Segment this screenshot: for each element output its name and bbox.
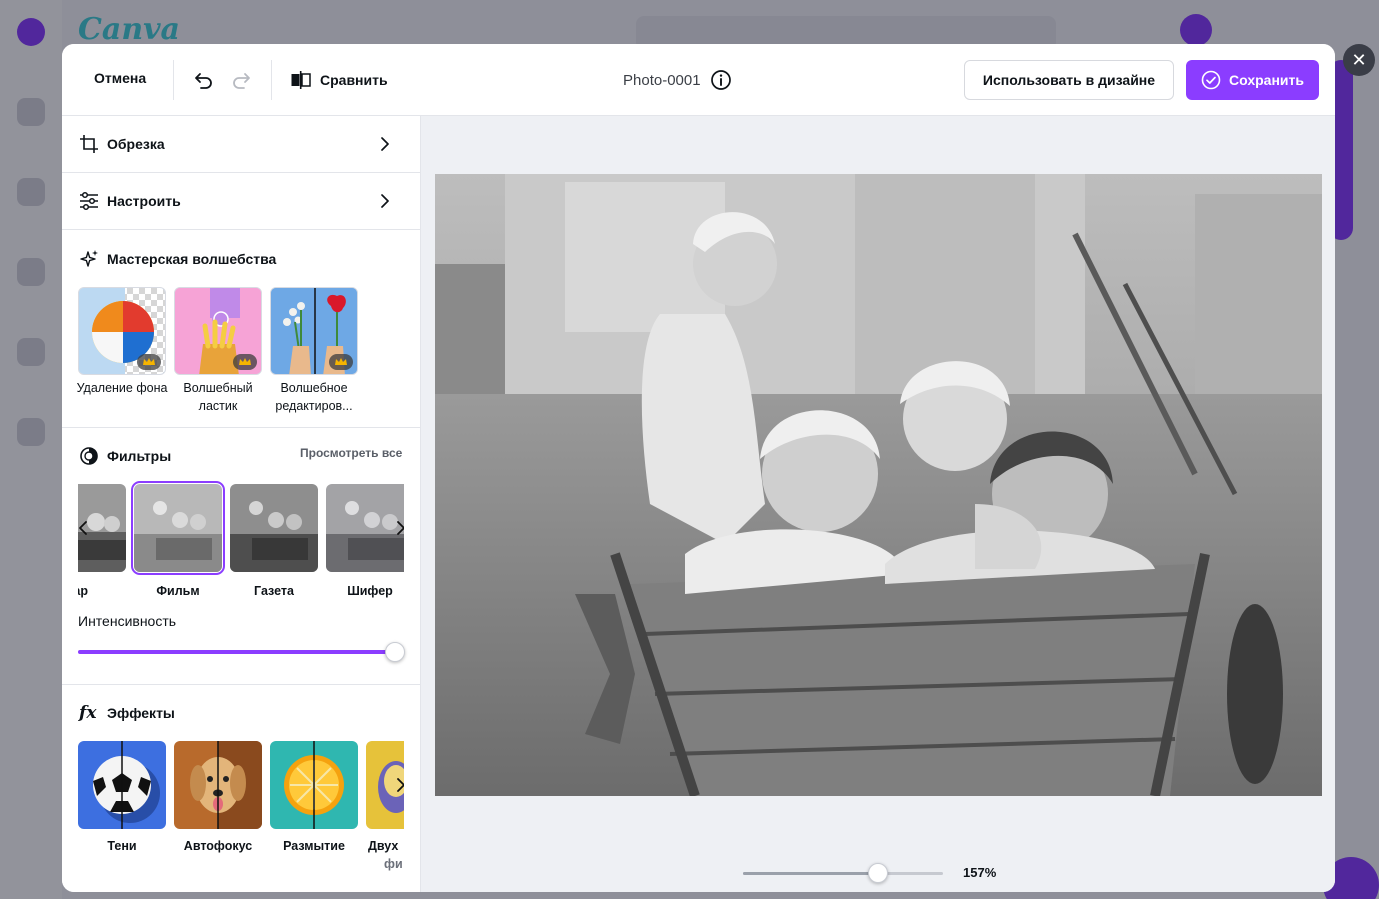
cancel-label: Отмена bbox=[94, 70, 147, 86]
filters-header: Фильтры bbox=[79, 446, 171, 466]
premium-crown-badge bbox=[329, 354, 353, 370]
filter-caption: Фильм bbox=[156, 584, 200, 598]
magic-tile-caption: Удаление фона bbox=[76, 381, 168, 395]
section-divider bbox=[62, 684, 420, 685]
effect-caption: Автофокус bbox=[183, 839, 253, 853]
fx-icon: fx bbox=[79, 703, 97, 723]
filters-carousel: ар Фильм Газета Шифер bbox=[78, 480, 404, 608]
filter-thumbnail bbox=[134, 484, 222, 572]
effect-tile-autofocus[interactable] bbox=[174, 741, 262, 829]
redo-button[interactable] bbox=[227, 65, 257, 95]
cancel-button[interactable]: Отмена bbox=[94, 70, 146, 86]
filters-scroll-right-button[interactable] bbox=[392, 513, 404, 543]
crop-label: Обрезка bbox=[107, 136, 165, 152]
effects-scroll-right-button[interactable] bbox=[392, 770, 404, 800]
sparkles-icon bbox=[80, 250, 98, 267]
compare-icon bbox=[291, 71, 311, 89]
edit-panel: Обрезка Настроить Мастерская волшебства bbox=[62, 116, 421, 892]
effect-tile-shadows[interactable] bbox=[78, 741, 166, 829]
document-title-text: Photo-0001 bbox=[623, 71, 701, 89]
effect-caption-line: Двух bbox=[368, 839, 399, 853]
undo-icon bbox=[195, 73, 212, 89]
filters-icon bbox=[80, 447, 98, 465]
filters-title: Фильтры bbox=[107, 448, 172, 464]
document-title: Photo-0001 bbox=[623, 44, 732, 116]
crown-icon bbox=[143, 358, 155, 365]
zoom-level[interactable]: 157% bbox=[963, 865, 996, 880]
effects-carousel: Тени Автофокус Размытие Двух фи bbox=[78, 741, 404, 892]
filters-see-all-link[interactable]: Просмотреть все bbox=[300, 446, 402, 460]
adjust-label: Настроить bbox=[107, 193, 181, 209]
photo-preview[interactable] bbox=[435, 174, 1322, 796]
chevron-right-icon bbox=[381, 137, 389, 151]
effect-caption: Размытие bbox=[283, 839, 345, 853]
effect-caption: Тени bbox=[107, 839, 137, 853]
chevron-right-icon bbox=[397, 521, 404, 535]
chevron-right-icon bbox=[397, 778, 404, 792]
filter-caption: ар bbox=[78, 584, 88, 598]
info-icon[interactable] bbox=[710, 69, 732, 91]
save-button[interactable]: Сохранить bbox=[1186, 60, 1319, 100]
effects-title: Эффекты bbox=[107, 705, 175, 721]
filter-tile[interactable] bbox=[230, 484, 318, 572]
dog-thumbnail bbox=[174, 741, 262, 829]
effects-header: fx Эффекты bbox=[79, 703, 175, 723]
magic-tile-caption: Волшебный ластик bbox=[183, 381, 253, 413]
black-white-photo bbox=[435, 174, 1322, 796]
save-label: Сохранить bbox=[1229, 72, 1304, 88]
toolbar-divider bbox=[271, 60, 272, 100]
sliders-icon bbox=[80, 191, 98, 211]
redo-icon bbox=[233, 73, 250, 89]
zoom-slider-fill bbox=[743, 872, 878, 875]
filter-tile-selected[interactable] bbox=[131, 481, 225, 575]
intensity-slider-thumb[interactable] bbox=[385, 642, 405, 662]
crown-icon bbox=[239, 358, 251, 365]
close-modal-button[interactable]: ✕ bbox=[1343, 44, 1375, 76]
soccer-ball-thumbnail bbox=[78, 741, 166, 829]
effect-caption-line: фи bbox=[384, 857, 403, 871]
toolbar-divider bbox=[173, 60, 174, 100]
check-circle-icon bbox=[1201, 70, 1221, 90]
magic-tile-magic-edit[interactable] bbox=[270, 287, 358, 375]
orange-thumbnail bbox=[270, 741, 358, 829]
compare-label: Сравнить bbox=[320, 72, 388, 88]
crop-icon bbox=[80, 135, 98, 153]
filter-caption: Газета bbox=[254, 584, 294, 598]
undo-button[interactable] bbox=[188, 65, 218, 95]
filters-scroll-left-button[interactable] bbox=[78, 513, 92, 543]
chevron-right-icon bbox=[381, 194, 389, 208]
editor-toolbar: Отмена Сравнить Photo-0001 Использовать … bbox=[62, 44, 1335, 116]
use-in-design-button[interactable]: Использовать в дизайне bbox=[964, 60, 1174, 100]
intensity-slider-track[interactable] bbox=[78, 650, 396, 654]
intensity-label: Интенсивность bbox=[78, 613, 177, 629]
premium-crown-badge bbox=[233, 354, 257, 370]
magic-tile-caption: Волшебное редактиров... bbox=[275, 381, 353, 413]
crop-row[interactable]: Обрезка bbox=[62, 116, 420, 173]
magic-studio-title: Мастерская волшебства bbox=[107, 251, 277, 267]
premium-crown-badge bbox=[137, 354, 161, 370]
filter-caption: Шифер bbox=[347, 584, 393, 598]
effect-caption: Двух фи bbox=[362, 837, 404, 873]
editor-canvas: 157% bbox=[421, 116, 1335, 892]
chevron-left-icon bbox=[79, 521, 87, 535]
magic-tile-eraser[interactable] bbox=[174, 287, 262, 375]
zoom-slider-thumb[interactable] bbox=[868, 863, 888, 883]
effect-tile-blur[interactable] bbox=[270, 741, 358, 829]
close-icon: ✕ bbox=[1351, 49, 1367, 71]
crown-icon bbox=[335, 358, 347, 365]
photo-editor-modal: Отмена Сравнить Photo-0001 Использовать … bbox=[62, 44, 1335, 892]
section-divider bbox=[62, 427, 420, 428]
adjust-row[interactable]: Настроить bbox=[62, 173, 420, 230]
compare-button[interactable]: Сравнить bbox=[290, 70, 388, 90]
filter-thumbnail bbox=[230, 484, 318, 572]
magic-studio-header: Мастерская волшебства bbox=[79, 249, 276, 269]
magic-tile-bg-remove[interactable] bbox=[78, 287, 166, 375]
